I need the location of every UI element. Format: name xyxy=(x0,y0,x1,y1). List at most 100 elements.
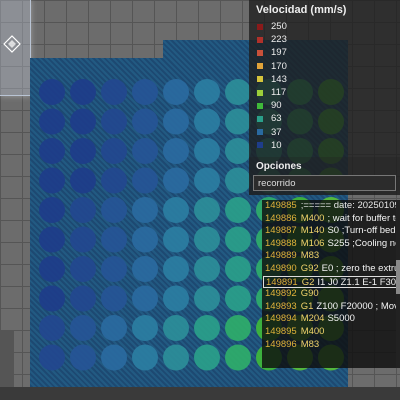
calibration-disc xyxy=(39,344,65,371)
legend-swatch xyxy=(257,115,263,122)
calibration-disc xyxy=(225,79,251,105)
legend-swatch xyxy=(257,23,263,30)
legend-swatch xyxy=(257,89,263,96)
calibration-disc xyxy=(163,197,189,223)
calibration-disc xyxy=(39,256,65,282)
calibration-disc xyxy=(194,138,220,164)
gcode-viewer[interactable]: 149885 ;===== date: 20250109 = 149886 M400;… xyxy=(262,200,400,368)
calibration-disc xyxy=(163,138,189,164)
calibration-disc xyxy=(132,285,158,312)
calibration-disc xyxy=(39,226,65,253)
calibration-disc xyxy=(39,79,65,105)
gcode-line[interactable]: 149892 G90 xyxy=(262,288,400,301)
calibration-disc xyxy=(163,344,189,371)
viewport-bottom-bar xyxy=(0,387,400,400)
gcode-line-number: 149894 xyxy=(265,313,297,325)
calibration-disc xyxy=(194,256,220,282)
calibration-disc xyxy=(101,344,127,371)
calibration-disc xyxy=(194,344,220,371)
calibration-disc xyxy=(39,167,65,194)
calibration-disc xyxy=(163,315,189,341)
legend-swatch xyxy=(257,102,263,109)
calibration-disc xyxy=(101,226,127,253)
legend-label: 223 xyxy=(271,34,287,46)
calibration-disc xyxy=(70,108,96,135)
legend-item: 250 xyxy=(249,20,400,33)
calibration-disc xyxy=(132,108,158,135)
calibration-disc xyxy=(194,108,220,135)
calibration-disc xyxy=(132,167,158,194)
calibration-disc xyxy=(225,315,251,341)
calibration-disc xyxy=(70,167,96,194)
gcode-line[interactable]: 149893G1Z100 F20000 ; Move p xyxy=(262,301,400,314)
gcode-args: S255 ;Cooling nozz xyxy=(327,237,400,249)
gcode-line-number: 149889 xyxy=(265,250,297,262)
gcode-command: M106 xyxy=(300,237,325,249)
calibration-disc xyxy=(39,138,65,164)
gcode-line[interactable]: 149889 M83 xyxy=(262,250,400,263)
calibration-disc xyxy=(225,226,251,253)
gcode-line[interactable]: 149887 M140 S0 ;Turn-off bed xyxy=(262,225,400,238)
calibration-disc xyxy=(132,197,158,223)
legend-label: 197 xyxy=(271,47,287,59)
legend-swatch xyxy=(257,76,263,83)
gcode-line[interactable]: 149895 M400 xyxy=(262,326,400,339)
gcode-command: M400 xyxy=(300,325,325,337)
gcode-command: G1 xyxy=(300,300,314,312)
calibration-disc xyxy=(225,138,251,164)
calibration-disc xyxy=(70,226,96,253)
gcode-command: M83 xyxy=(300,338,320,350)
legend-item: 90 xyxy=(249,99,400,112)
gcode-line[interactable]: 149888M106S255 ;Cooling nozz xyxy=(262,238,400,251)
legend-label: 10 xyxy=(271,139,282,151)
calibration-disc xyxy=(194,167,220,194)
legend-item: 63 xyxy=(249,112,400,125)
calibration-disc xyxy=(132,226,158,253)
gcode-command: M204 xyxy=(300,313,325,325)
calibration-disc xyxy=(225,108,251,135)
legend-item: 117 xyxy=(249,86,400,99)
calibration-disc xyxy=(70,315,96,341)
calibration-disc xyxy=(101,315,127,341)
legend-swatch xyxy=(257,63,263,70)
gcode-scrollbar[interactable] xyxy=(396,200,400,368)
legend-label: 63 xyxy=(271,113,282,125)
calibration-disc xyxy=(101,197,127,223)
gcode-args: Z100 F20000 ; Move p xyxy=(316,300,400,312)
calibration-disc xyxy=(163,256,189,282)
gcode-scroll-thumb[interactable] xyxy=(396,260,400,294)
legend-item: 170 xyxy=(249,60,400,73)
gcode-line[interactable]: 149894 M204 S5000 xyxy=(262,313,400,326)
gcode-line-number: 149891 xyxy=(266,276,298,288)
gcode-line-current[interactable]: 149891 G2 I1 J0 Z1.1 E-1 F3000 xyxy=(263,275,400,289)
gcode-line[interactable]: 149885 ;===== date: 20250109 = xyxy=(262,200,400,213)
calibration-disc xyxy=(101,108,127,135)
options-title: Opciones xyxy=(256,161,302,172)
gcode-line[interactable]: 149896 M83 xyxy=(262,339,400,352)
calibration-disc xyxy=(132,79,158,105)
gcode-line-number: 149895 xyxy=(265,325,297,337)
gcode-args: ; wait for buffer to xyxy=(327,212,400,224)
options-select[interactable]: recorrido xyxy=(253,175,396,191)
calibration-disc xyxy=(194,285,220,312)
legend-label: 117 xyxy=(271,87,287,99)
gcode-args: E0 ; zero the extrude xyxy=(321,262,400,274)
gcode-line-number: 149887 xyxy=(265,225,297,237)
gcode-line[interactable]: 149890G92E0 ; zero the extrude xyxy=(262,263,400,276)
legend-label: 37 xyxy=(271,126,282,138)
calibration-disc xyxy=(101,138,127,164)
calibration-disc xyxy=(194,197,220,223)
calibration-disc xyxy=(132,315,158,341)
legend-label: 143 xyxy=(271,73,287,85)
gcode-command: G90 xyxy=(300,288,319,300)
gcode-command: M83 xyxy=(300,250,320,262)
legend-label: 250 xyxy=(271,21,287,33)
gcode-line-number: 149886 xyxy=(265,212,297,224)
gcode-line[interactable]: 149886 M400; wait for buffer to xyxy=(262,213,400,226)
calibration-disc xyxy=(163,108,189,135)
gcode-line-number: 149890 xyxy=(265,262,297,274)
gcode-command: G2 xyxy=(301,276,315,288)
calibration-disc xyxy=(225,197,251,223)
calibration-disc xyxy=(39,108,65,135)
calibration-disc xyxy=(225,167,251,194)
